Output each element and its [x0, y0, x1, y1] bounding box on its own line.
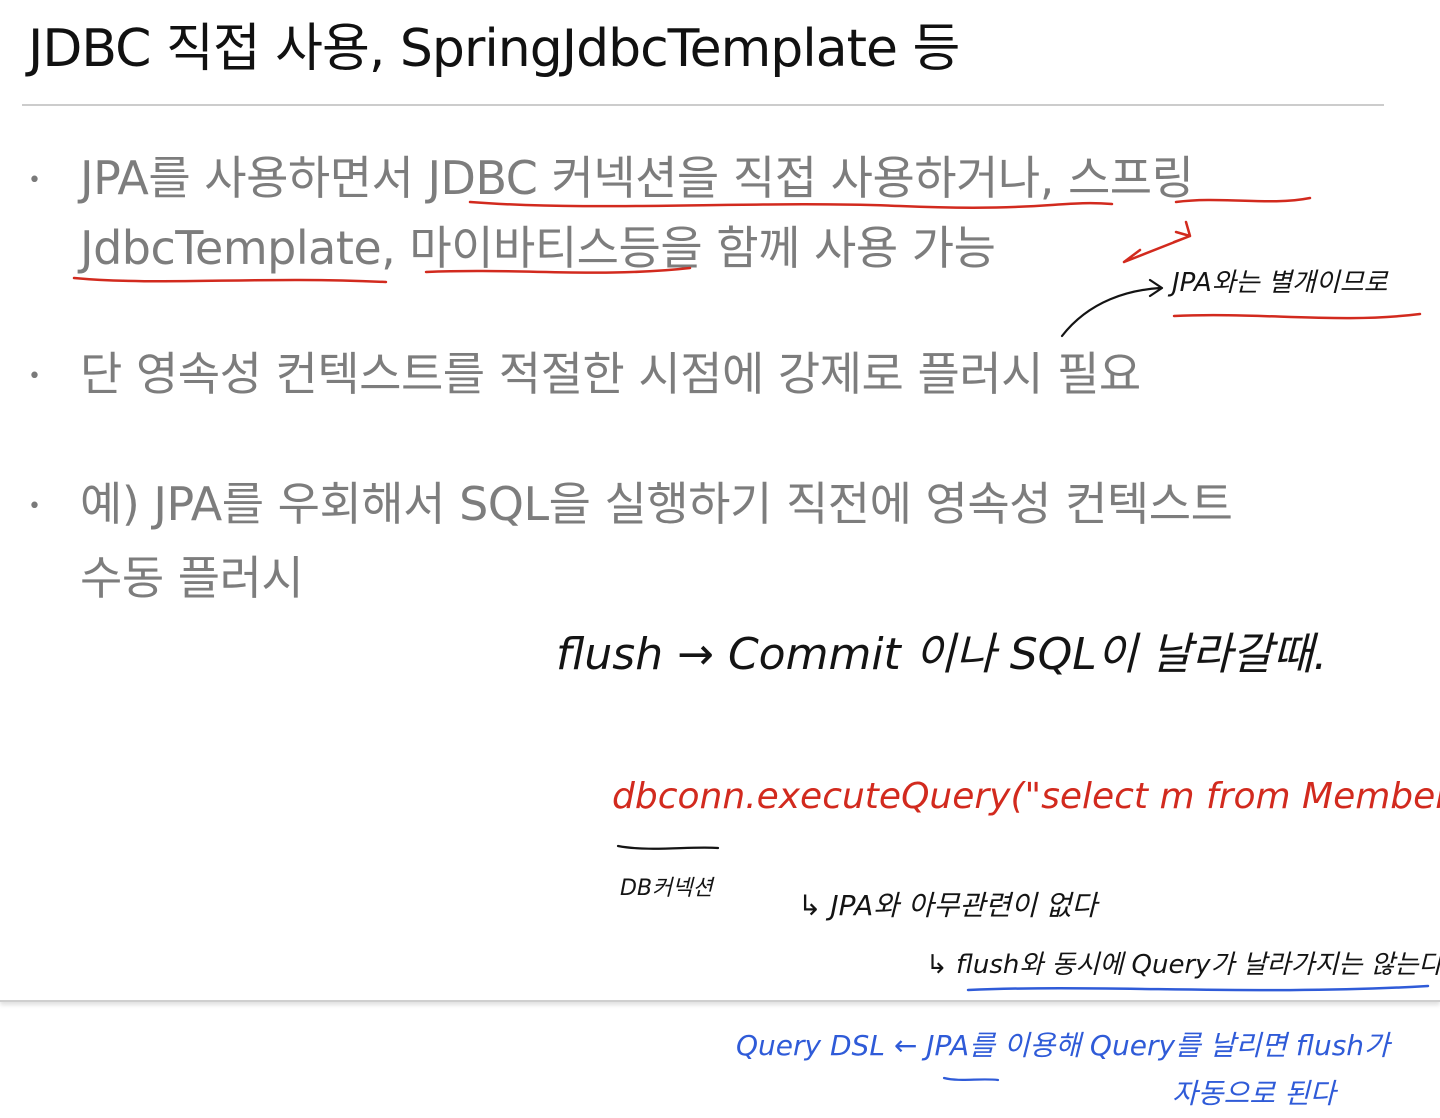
blue-underline-jpa	[942, 1076, 1000, 1082]
bullet-marker-1: •	[28, 168, 41, 193]
slide: JDBC 직접 사용, SpringJdbcTemplate 등 • JPA를 …	[0, 0, 1440, 1002]
note-jpa-separate: JPA와는 별개이므로	[1172, 268, 1388, 298]
bullet-2-line-1: 단 영속성 컨텍스트를 적절한 시점에 강제로 플러시 필요	[80, 347, 1141, 401]
note-no-relation: ↳ JPA와 아무관련이 없다	[798, 889, 1098, 922]
bullet-3-line-1: 예) JPA를 우회해서 SQL을 실행하기 직전에 영속성 컨텍스트	[80, 477, 1233, 531]
slide-title: JDBC 직접 사용, SpringJdbcTemplate 등	[28, 19, 960, 79]
bullet-marker-2: •	[28, 364, 41, 389]
bullet-3-line-2: 수동 플러시	[80, 551, 304, 605]
bullet-1-line-1: JPA를 사용하면서 JDBC 커넥션을 직접 사용하거나, 스프링	[80, 151, 1194, 205]
bullet-1-line-2: JdbcTemplate, 마이바티스등을 함께 사용 가능	[80, 221, 996, 275]
note-no-query-sent: ↳ flush와 동시에 Query가 날라가지는 않는다	[926, 950, 1440, 980]
note-code-line: dbconn.executeQuery("select m from Membe…	[612, 776, 1440, 817]
title-divider	[22, 104, 1384, 106]
note-querydsl: Query DSL ← JPA를 이용해 Query를 날리면 flush가	[736, 1029, 1390, 1062]
note-querydsl-2: 자동으로 된다	[1172, 1077, 1336, 1110]
note-flush: flush → Commit 이나 SQL이 날라갈때.	[556, 629, 1328, 680]
bullet-marker-3: •	[28, 494, 41, 519]
note-db-connection: DB커넥션	[620, 876, 713, 901]
